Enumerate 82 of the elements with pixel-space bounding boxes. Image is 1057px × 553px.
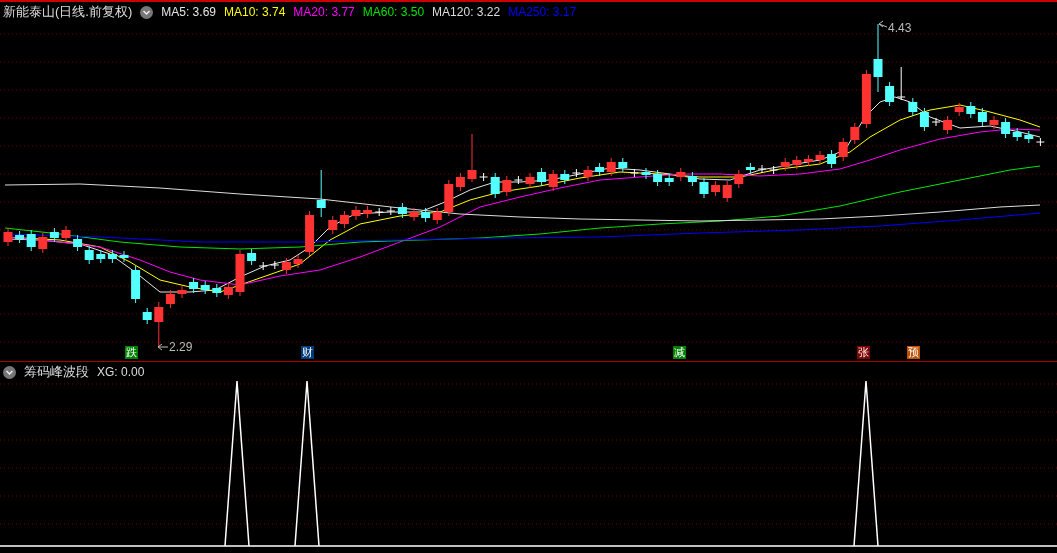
stock-title: 新能泰山(日线.前复权)	[3, 3, 133, 21]
signal-marker: 预	[907, 346, 920, 359]
candlestick	[722, 180, 732, 203]
candlestick	[212, 283, 222, 298]
candlestick	[641, 167, 651, 180]
candlestick	[687, 171, 697, 187]
candlestick	[664, 173, 674, 187]
leader-line	[157, 343, 169, 351]
candlestick	[966, 101, 976, 119]
candlestick	[896, 66, 906, 101]
candlestick	[432, 207, 442, 225]
candlestick	[653, 169, 663, 187]
indicator-reading: MA250: 3.17	[508, 4, 577, 21]
candlestick	[351, 205, 361, 221]
candlestick	[792, 155, 802, 170]
candlestick	[316, 169, 326, 218]
candlestick	[363, 205, 373, 219]
indicator-reading: MA20: 3.77	[293, 4, 355, 21]
candlestick	[339, 210, 349, 229]
indicator-title: 筹码峰波段	[24, 363, 89, 381]
candlestick	[107, 249, 117, 264]
candlestick	[815, 150, 825, 165]
dropdown-icon[interactable]	[140, 5, 154, 19]
candlestick	[943, 115, 953, 135]
candlestick	[73, 234, 83, 252]
candlestick	[305, 210, 315, 257]
candlestick	[467, 133, 477, 183]
leader-line	[878, 20, 888, 28]
candlestick	[803, 154, 813, 167]
candlestick	[931, 117, 941, 127]
candlestick	[3, 227, 13, 247]
candlestick	[885, 81, 895, 107]
candlestick	[84, 245, 94, 265]
candlestick	[525, 172, 535, 189]
candlestick	[537, 167, 547, 187]
candlestick	[142, 307, 152, 325]
candlestick	[200, 280, 210, 295]
price-label: 2.29	[169, 340, 193, 354]
indicator-reading: XG: 0.00	[97, 364, 145, 381]
candlestick	[606, 157, 616, 177]
candlestick	[977, 107, 987, 127]
candlestick	[235, 249, 245, 297]
price-label: 4.43	[888, 21, 912, 35]
indicator-reading: MA60: 3.50	[362, 4, 425, 21]
candlestick	[676, 167, 686, 182]
candlestick	[583, 165, 593, 182]
candlestick	[827, 149, 837, 169]
candlestick	[838, 137, 848, 162]
candlestick	[757, 164, 767, 174]
candlestick	[177, 285, 187, 299]
candlestick	[119, 250, 129, 263]
candlestick	[989, 115, 999, 130]
candlestick	[711, 180, 721, 197]
candlestick	[908, 97, 918, 117]
candlestick	[61, 225, 71, 243]
candlestick	[1035, 137, 1045, 147]
indicator-reading: MA5: 3.69	[161, 4, 216, 21]
signal-marker: 跌	[125, 346, 138, 359]
candlestick	[328, 215, 338, 235]
candlestick	[954, 102, 964, 117]
candlestick	[548, 169, 558, 192]
candlestick	[223, 282, 233, 300]
indicator-reading: MA120: 3.22	[432, 4, 501, 21]
indicator-reading: MA10: 3.74	[224, 4, 286, 21]
candlestick	[96, 249, 106, 264]
candlestick	[873, 23, 883, 93]
candlestick	[699, 177, 709, 199]
candlestick	[919, 107, 929, 132]
candlestick	[595, 162, 605, 177]
candlestick	[409, 207, 419, 222]
candlestick	[38, 232, 48, 254]
candlestick	[1024, 130, 1034, 144]
signal-marker: 财	[301, 346, 314, 359]
candlestick	[421, 207, 431, 223]
dropdown-icon[interactable]	[3, 365, 16, 379]
candlestick	[49, 227, 59, 243]
candlestick	[189, 277, 199, 294]
candlestick	[131, 265, 141, 304]
candlestick	[293, 254, 303, 269]
candlestick	[374, 207, 384, 217]
signal-marker: 张	[857, 346, 870, 359]
signal-marker: 减	[673, 346, 686, 359]
